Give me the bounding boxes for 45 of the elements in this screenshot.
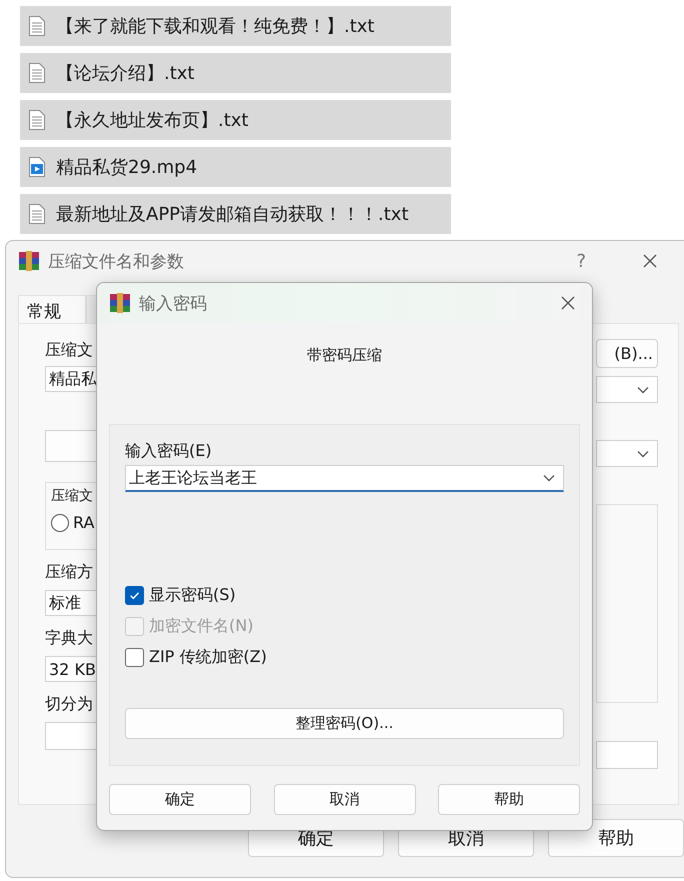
window-title: 输入密码 bbox=[139, 292, 207, 314]
chevron-down-icon bbox=[637, 386, 649, 394]
video-file-icon bbox=[28, 156, 46, 178]
document-icon bbox=[28, 203, 46, 225]
close-icon[interactable] bbox=[642, 253, 658, 269]
input-field[interactable] bbox=[596, 741, 658, 769]
field-label: 切分为 bbox=[45, 694, 93, 715]
file-name: 【来了就能下载和观看！纯免费！】.txt bbox=[56, 15, 374, 38]
field-label: 输入密码(E) bbox=[125, 441, 213, 462]
checkbox[interactable] bbox=[125, 586, 144, 604]
file-name: 最新地址及APP请发邮箱自动获取！！！.txt bbox=[56, 203, 409, 226]
checkbox[interactable] bbox=[125, 648, 144, 666]
field-label: 压缩文 bbox=[45, 340, 93, 361]
help-button[interactable]: ? bbox=[576, 250, 586, 272]
organize-passwords-button[interactable]: 整理密码(O)... bbox=[125, 708, 564, 739]
chevron-down-icon bbox=[637, 450, 649, 458]
chevron-down-icon bbox=[543, 474, 555, 482]
dialog-heading: 带密码压缩 bbox=[306, 346, 383, 366]
file-name: 【论坛介绍】.txt bbox=[56, 62, 194, 85]
document-icon bbox=[28, 62, 46, 84]
file-item[interactable]: 最新地址及APP请发邮箱自动获取！！！.txt bbox=[20, 194, 451, 234]
radio-button[interactable] bbox=[51, 514, 69, 532]
dialog-button[interactable]: 帮助 bbox=[438, 784, 580, 815]
dialog-button[interactable]: 帮助 bbox=[548, 819, 684, 857]
browse-button[interactable]: (B)... bbox=[596, 339, 658, 368]
field-label: 字典大 bbox=[45, 628, 93, 649]
password-field[interactable]: 上老王论坛当老王 bbox=[125, 465, 564, 492]
field-label: 压缩方 bbox=[45, 562, 93, 583]
document-icon bbox=[28, 15, 46, 37]
archive-books-icon bbox=[109, 292, 131, 314]
archive-books-icon bbox=[18, 250, 40, 272]
document-icon bbox=[28, 109, 46, 131]
tab[interactable]: 常规 bbox=[18, 295, 86, 323]
file-name: 【永久地址发布页】.txt bbox=[56, 109, 248, 132]
file-item[interactable]: 精品私货29.mp4 bbox=[20, 147, 451, 187]
file-name: 精品私货29.mp4 bbox=[56, 156, 198, 179]
group-label: 压缩文 bbox=[51, 487, 94, 505]
file-item[interactable]: 【永久地址发布页】.txt bbox=[20, 100, 451, 140]
close-icon[interactable] bbox=[560, 295, 576, 311]
dialog-button[interactable]: 确定 bbox=[109, 784, 251, 815]
window-title: 压缩文件名和参数 bbox=[48, 250, 184, 272]
file-item[interactable]: 【论坛介绍】.txt bbox=[20, 53, 451, 93]
dialog-button[interactable]: 取消 bbox=[274, 784, 416, 815]
radio-option[interactable]: RA bbox=[51, 513, 154, 532]
file-item[interactable]: 【来了就能下载和观看！纯免费！】.txt bbox=[20, 6, 451, 46]
